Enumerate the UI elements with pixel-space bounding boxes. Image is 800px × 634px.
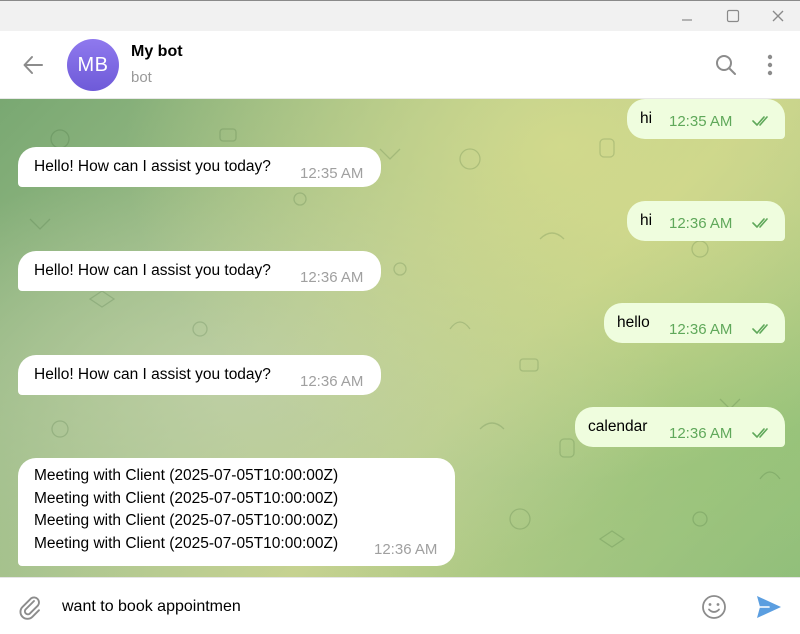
avatar[interactable]: MB bbox=[67, 39, 119, 91]
search-button[interactable] bbox=[711, 50, 741, 80]
search-icon bbox=[716, 55, 736, 75]
double-check-icon bbox=[752, 116, 768, 126]
message-time: 12:36 AM bbox=[300, 269, 364, 286]
message-incoming[interactable]: Hello! How can I assist you today? 12:35… bbox=[18, 147, 381, 187]
message-line: Meeting with Client (2025-07-05T10:00:00… bbox=[34, 489, 339, 507]
message-time: 12:35 AM bbox=[669, 113, 733, 130]
close-window-button[interactable] bbox=[755, 1, 800, 31]
message-text: Hello! How can I assist you today? bbox=[34, 262, 271, 279]
maximize-button[interactable] bbox=[710, 1, 756, 31]
minimize-icon bbox=[682, 19, 692, 21]
more-vertical-icon bbox=[767, 54, 773, 76]
close-icon bbox=[772, 10, 784, 22]
back-button[interactable] bbox=[18, 50, 48, 80]
message-incoming[interactable]: Hello! How can I assist you today? 12:36… bbox=[18, 251, 381, 291]
message-incoming[interactable]: Meeting with Client (2025-07-05T10:00:00… bbox=[18, 458, 455, 566]
message-text: calendar bbox=[588, 418, 648, 435]
message-time: 12:35 AM bbox=[300, 165, 364, 182]
message-composer bbox=[0, 577, 800, 634]
message-outgoing[interactable]: hello 12:36 AM bbox=[604, 303, 785, 343]
emoji-button[interactable] bbox=[698, 591, 730, 623]
double-check-icon bbox=[752, 428, 768, 438]
message-time: 12:36 AM bbox=[374, 541, 438, 558]
message-time: 12:36 AM bbox=[300, 373, 364, 390]
message-line: Meeting with Client (2025-07-05T10:00:00… bbox=[34, 534, 339, 552]
paperclip-icon bbox=[19, 596, 40, 620]
message-text: Meeting with Client (2025-07-05T10:00:00… bbox=[34, 465, 338, 555]
message-text: hi bbox=[640, 212, 653, 229]
maximize-icon bbox=[726, 9, 740, 23]
double-check-icon bbox=[752, 218, 768, 228]
telegram-window: MB My bot bot hi 12:35 AM Hello! How can… bbox=[0, 0, 800, 634]
more-menu-button[interactable] bbox=[755, 50, 785, 80]
message-time: 12:36 AM bbox=[669, 425, 733, 442]
message-time: 12:36 AM bbox=[669, 321, 733, 338]
attach-button[interactable] bbox=[14, 591, 46, 623]
message-time: 12:36 AM bbox=[669, 215, 733, 232]
message-outgoing[interactable]: hi 12:36 AM bbox=[627, 201, 785, 241]
message-incoming[interactable]: Hello! How can I assist you today? 12:36… bbox=[18, 355, 381, 395]
title-bar bbox=[0, 1, 800, 31]
chat-title[interactable]: My bot bbox=[131, 43, 183, 61]
double-check-icon bbox=[752, 324, 768, 334]
send-icon bbox=[757, 596, 781, 618]
arrow-left-icon bbox=[23, 56, 43, 74]
chat-header: MB My bot bot bbox=[0, 31, 800, 99]
message-line: Meeting with Client (2025-07-05T10:00:00… bbox=[34, 512, 339, 529]
smiley-icon bbox=[702, 595, 726, 619]
message-text: Hello! How can I assist you today? bbox=[34, 366, 271, 383]
message-text: Hello! How can I assist you today? bbox=[34, 158, 271, 175]
message-input[interactable] bbox=[62, 594, 682, 620]
message-text: hello bbox=[617, 314, 650, 331]
message-list[interactable]: hi 12:35 AM Hello! How can I assist you … bbox=[0, 99, 800, 577]
chat-status: bot bbox=[131, 69, 152, 86]
minimize-button[interactable] bbox=[664, 1, 710, 31]
message-outgoing[interactable]: hi 12:35 AM bbox=[627, 99, 785, 139]
message-text: hi bbox=[640, 110, 653, 127]
message-line: Meeting with Client (2025-07-05T10:00:00… bbox=[34, 467, 339, 484]
message-outgoing[interactable]: calendar 12:36 AM bbox=[575, 407, 785, 447]
send-button[interactable] bbox=[752, 591, 786, 623]
